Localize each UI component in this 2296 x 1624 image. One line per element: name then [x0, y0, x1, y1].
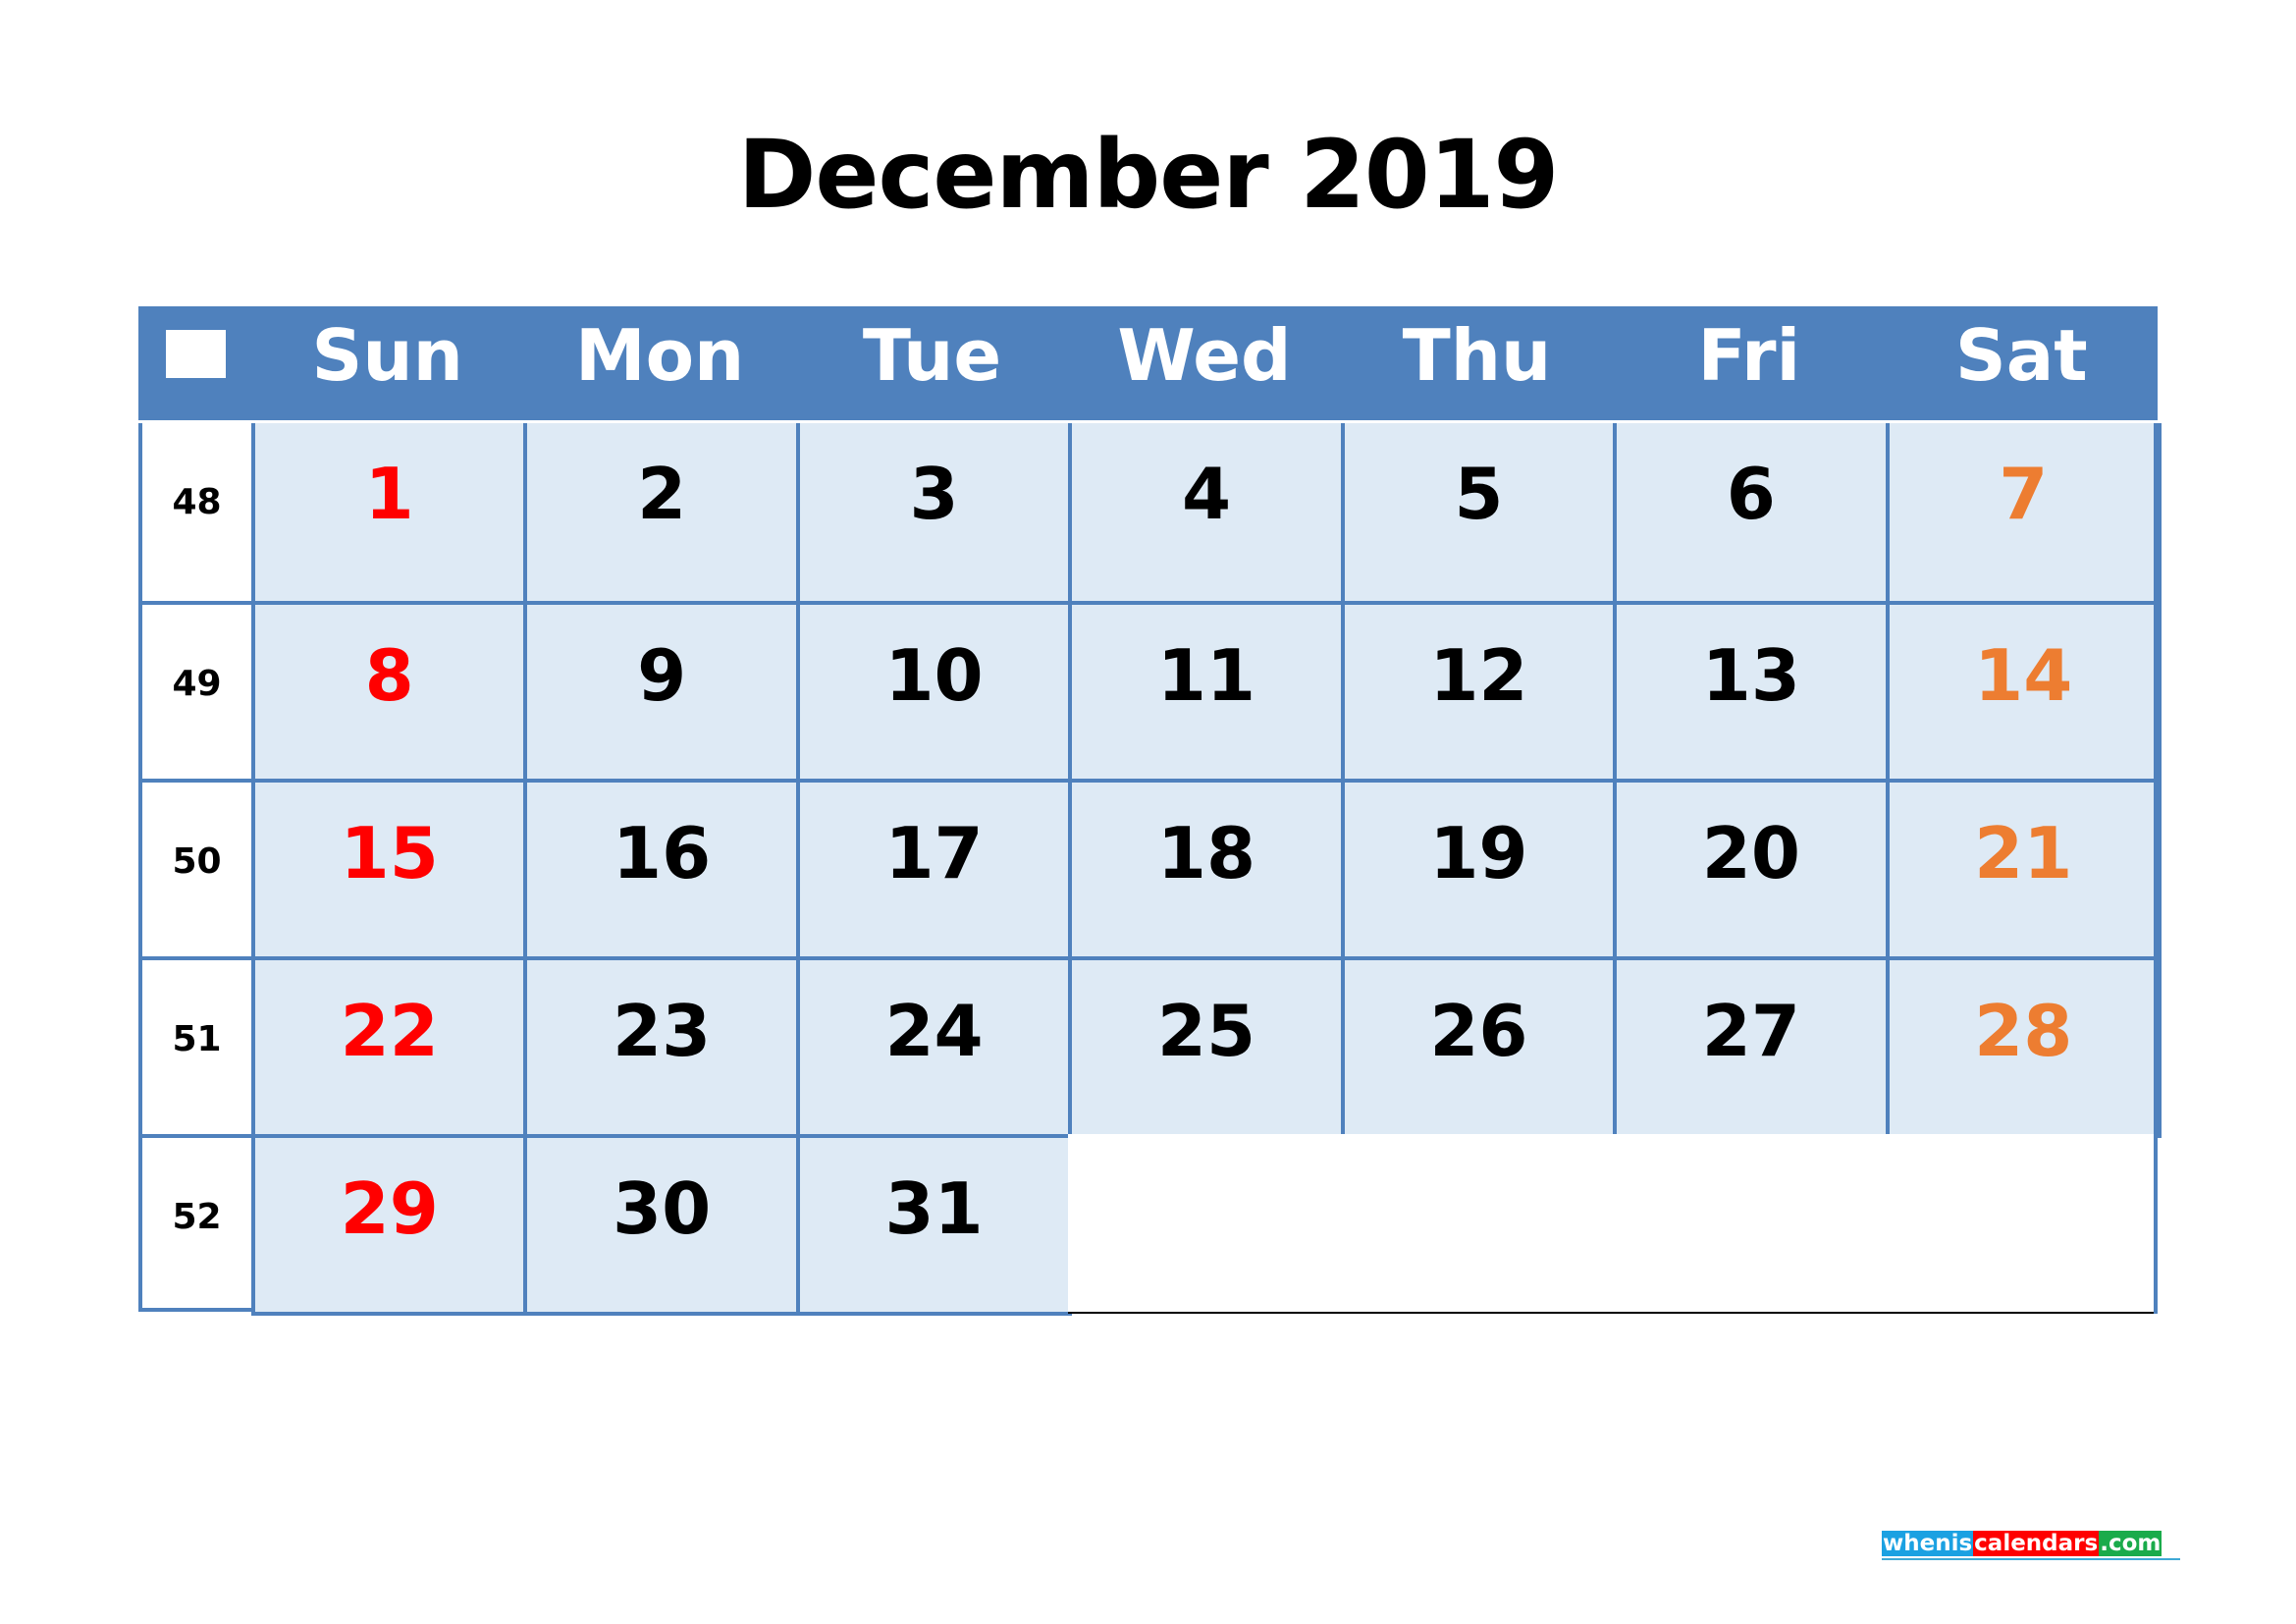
day-number: 3	[909, 453, 959, 535]
week-number-label: 52	[172, 1197, 222, 1237]
day-cell[interactable]: 7	[1885, 423, 2162, 605]
day-number: 29	[340, 1167, 439, 1250]
day-number: 21	[1974, 812, 2073, 894]
week-number: 48	[138, 423, 251, 601]
grid-right-border	[2154, 423, 2158, 1314]
day-number: 4	[1181, 453, 1232, 535]
day-cell[interactable]: 15	[251, 779, 528, 960]
day-number: 10	[884, 634, 984, 717]
day-cell[interactable]: 13	[1613, 601, 1890, 783]
day-cell[interactable]: 24	[795, 956, 1073, 1138]
day-number: 2	[637, 453, 687, 535]
day-number: 8	[364, 634, 414, 717]
day-number: 24	[884, 990, 984, 1072]
day-cell[interactable]: 16	[523, 779, 800, 960]
day-cell[interactable]: 6	[1613, 423, 1890, 605]
weekday-label-sat: Sat	[1954, 314, 2088, 397]
calendar-title: December 2019	[737, 120, 1560, 230]
empty-cell	[1613, 1134, 1886, 1314]
weekday-label-mon: Mon	[574, 314, 745, 397]
day-number: 12	[1429, 634, 1528, 717]
weekday-label-thu: Thu	[1402, 314, 1552, 397]
day-cell[interactable]: 5	[1340, 423, 1618, 605]
day-cell[interactable]: 21	[1885, 779, 2162, 960]
day-number: 17	[884, 812, 984, 894]
day-number: 27	[1701, 990, 1800, 1072]
day-cell[interactable]: 28	[1885, 956, 2162, 1138]
week-number-label: 51	[172, 1019, 222, 1059]
logo-part: calendars	[1973, 1531, 2100, 1556]
calendar-grid: Sun Mon Tue Wed Thu Fri Sat 48 1 2 3 4 5 6 7 49 8 9 10 11 1…	[138, 306, 2162, 1316]
weekday-label-wed: Wed	[1117, 314, 1292, 397]
logo-part: .com	[2099, 1531, 2163, 1556]
day-cell[interactable]: 12	[1340, 601, 1618, 783]
day-number: 11	[1156, 634, 1256, 717]
logo-underline	[1882, 1558, 2180, 1560]
day-number: 5	[1454, 453, 1504, 535]
day-number: 28	[1974, 990, 2073, 1072]
day-number: 15	[340, 812, 439, 894]
day-cell[interactable]: 11	[1068, 601, 1345, 783]
day-number: 25	[1156, 990, 1256, 1072]
week-number: 51	[138, 956, 251, 1134]
day-cell[interactable]: 29	[251, 1134, 528, 1316]
day-number: 18	[1156, 812, 1256, 894]
week-number: 50	[138, 779, 251, 956]
day-number: 19	[1429, 812, 1528, 894]
day-number: 1	[364, 453, 414, 535]
day-number: 30	[613, 1167, 712, 1250]
day-cell[interactable]: 10	[795, 601, 1073, 783]
day-cell[interactable]: 30	[523, 1134, 800, 1316]
day-cell[interactable]: 2	[523, 423, 800, 605]
day-number: 22	[340, 990, 439, 1072]
day-number: 31	[884, 1167, 984, 1250]
day-cell[interactable]: 20	[1613, 779, 1890, 960]
day-cell[interactable]: 19	[1340, 779, 1618, 960]
logo-part: whenis	[1882, 1531, 1974, 1556]
day-number: 13	[1701, 634, 1800, 717]
day-number: 14	[1974, 634, 2073, 717]
day-cell[interactable]: 25	[1068, 956, 1345, 1138]
weekday-label-tue: Tue	[862, 314, 1002, 397]
weekday-header: Sun Mon Tue Wed Thu Fri Sat	[138, 306, 2158, 420]
week-number: 52	[138, 1134, 251, 1312]
day-cell[interactable]: 17	[795, 779, 1073, 960]
day-cell[interactable]: 18	[1068, 779, 1345, 960]
day-number: 7	[1999, 453, 2049, 535]
day-number: 6	[1726, 453, 1776, 535]
site-logo[interactable]: whenis calendars .com	[1882, 1531, 2163, 1556]
day-cell[interactable]: 1	[251, 423, 528, 605]
week-number-label: 50	[172, 841, 222, 882]
week-number-label: 49	[172, 664, 222, 704]
day-number: 20	[1701, 812, 1800, 894]
day-cell[interactable]: 27	[1613, 956, 1890, 1138]
day-cell[interactable]: 4	[1068, 423, 1345, 605]
week-number-label: 48	[172, 482, 222, 522]
square-icon	[166, 330, 226, 378]
day-cell[interactable]: 23	[523, 956, 800, 1138]
day-cell[interactable]: 8	[251, 601, 528, 783]
day-cell[interactable]: 31	[795, 1134, 1073, 1316]
weekday-label-fri: Fri	[1697, 314, 1801, 397]
day-cell[interactable]: 26	[1340, 956, 1618, 1138]
day-number: 9	[637, 634, 687, 717]
empty-cell	[1885, 1134, 2158, 1314]
day-number: 26	[1429, 990, 1528, 1072]
day-cell[interactable]: 14	[1885, 601, 2162, 783]
empty-cell	[1340, 1134, 1614, 1314]
day-cell[interactable]: 9	[523, 601, 800, 783]
week-number: 49	[138, 601, 251, 779]
day-cell[interactable]: 3	[795, 423, 1073, 605]
day-number: 23	[613, 990, 712, 1072]
weekday-label-sun: Sun	[311, 314, 463, 397]
day-number: 16	[613, 812, 712, 894]
day-cell[interactable]: 22	[251, 956, 528, 1138]
empty-cell	[1068, 1134, 1341, 1314]
